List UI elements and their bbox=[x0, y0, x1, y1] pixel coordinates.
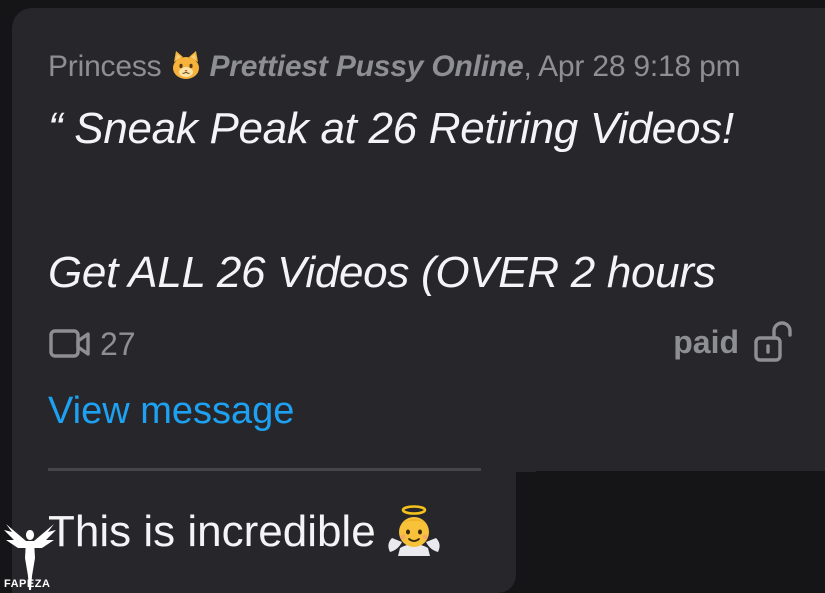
unlocked-padlock-icon bbox=[754, 321, 792, 362]
reply-text-content: This is incredible bbox=[48, 507, 376, 556]
sender-name[interactable]: Princess bbox=[48, 50, 162, 83]
reply-text: This is incredible bbox=[48, 504, 444, 557]
quoted-text-line-1: “ Sneak Peak at 26 Retiring Videos! bbox=[48, 104, 734, 153]
view-message-link[interactable]: View message bbox=[48, 390, 294, 433]
video-count-value: 27 bbox=[100, 325, 136, 362]
card-corner bbox=[516, 452, 536, 472]
video-camera-icon bbox=[49, 329, 90, 358]
chat-screen: Princess Prettiest Pussy Online, Apr 28 … bbox=[0, 0, 825, 593]
timestamp-separator: , bbox=[523, 50, 532, 83]
video-attachment-count: 27 bbox=[48, 324, 136, 364]
cat-face-icon bbox=[169, 48, 203, 82]
quote-divider bbox=[48, 468, 481, 471]
paid-label: paid bbox=[673, 323, 739, 360]
group-name[interactable]: Prettiest Pussy Online bbox=[209, 50, 523, 83]
quoted-text-line-2: Get ALL 26 Videos (OVER 2 hours bbox=[48, 248, 716, 297]
paid-status: paid bbox=[673, 320, 793, 364]
message-header: Princess Prettiest Pussy Online, Apr 28 … bbox=[48, 48, 741, 84]
baby-angel-icon bbox=[384, 504, 444, 556]
watermark-text: FAPEZA bbox=[4, 578, 51, 590]
message-timestamp: Apr 28 9:18 pm bbox=[538, 50, 741, 83]
